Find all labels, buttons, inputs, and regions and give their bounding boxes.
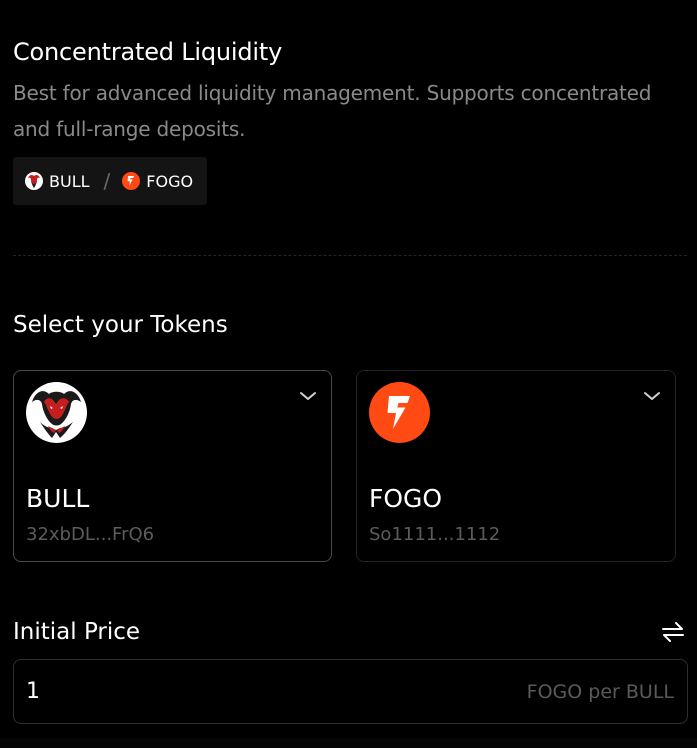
chevron-down-icon[interactable] [643, 387, 661, 400]
page-description: Best for advanced liquidity management. … [13, 81, 652, 141]
token-symbol: FOGO [369, 484, 443, 513]
bull-logo-icon [25, 172, 43, 190]
section-divider [13, 255, 687, 256]
fogo-logo-icon [369, 382, 430, 443]
initial-price-input[interactable] [26, 678, 426, 706]
token-card-bull[interactable]: BULL 32xbDL...FrQ6 [13, 370, 332, 562]
pair-badge: BULL / FOGO [13, 157, 207, 205]
chevron-down-icon[interactable] [299, 387, 317, 400]
pair-separator: / [103, 169, 111, 193]
swap-arrows-icon[interactable] [660, 620, 686, 644]
initial-price-field[interactable]: FOGO per BULL [13, 659, 688, 724]
bull-logo-icon [26, 382, 87, 443]
initial-price-title: Initial Price [13, 619, 141, 645]
token-symbol: BULL [26, 484, 90, 513]
token-address: So1111...1112 [369, 524, 501, 545]
price-unit-label: FOGO per BULL [526, 681, 674, 703]
pair-base-symbol: BULL [49, 171, 90, 191]
pair-quote-symbol: FOGO [146, 171, 194, 191]
fogo-logo-icon [122, 172, 141, 190]
token-address: 32xbDL...FrQ6 [26, 524, 155, 545]
token-card-fogo[interactable]: FOGO So1111...1112 [356, 370, 676, 562]
select-tokens-title: Select your Tokens [13, 312, 228, 338]
bottom-edge [0, 738, 697, 748]
page-title: Concentrated Liquidity [13, 38, 283, 66]
